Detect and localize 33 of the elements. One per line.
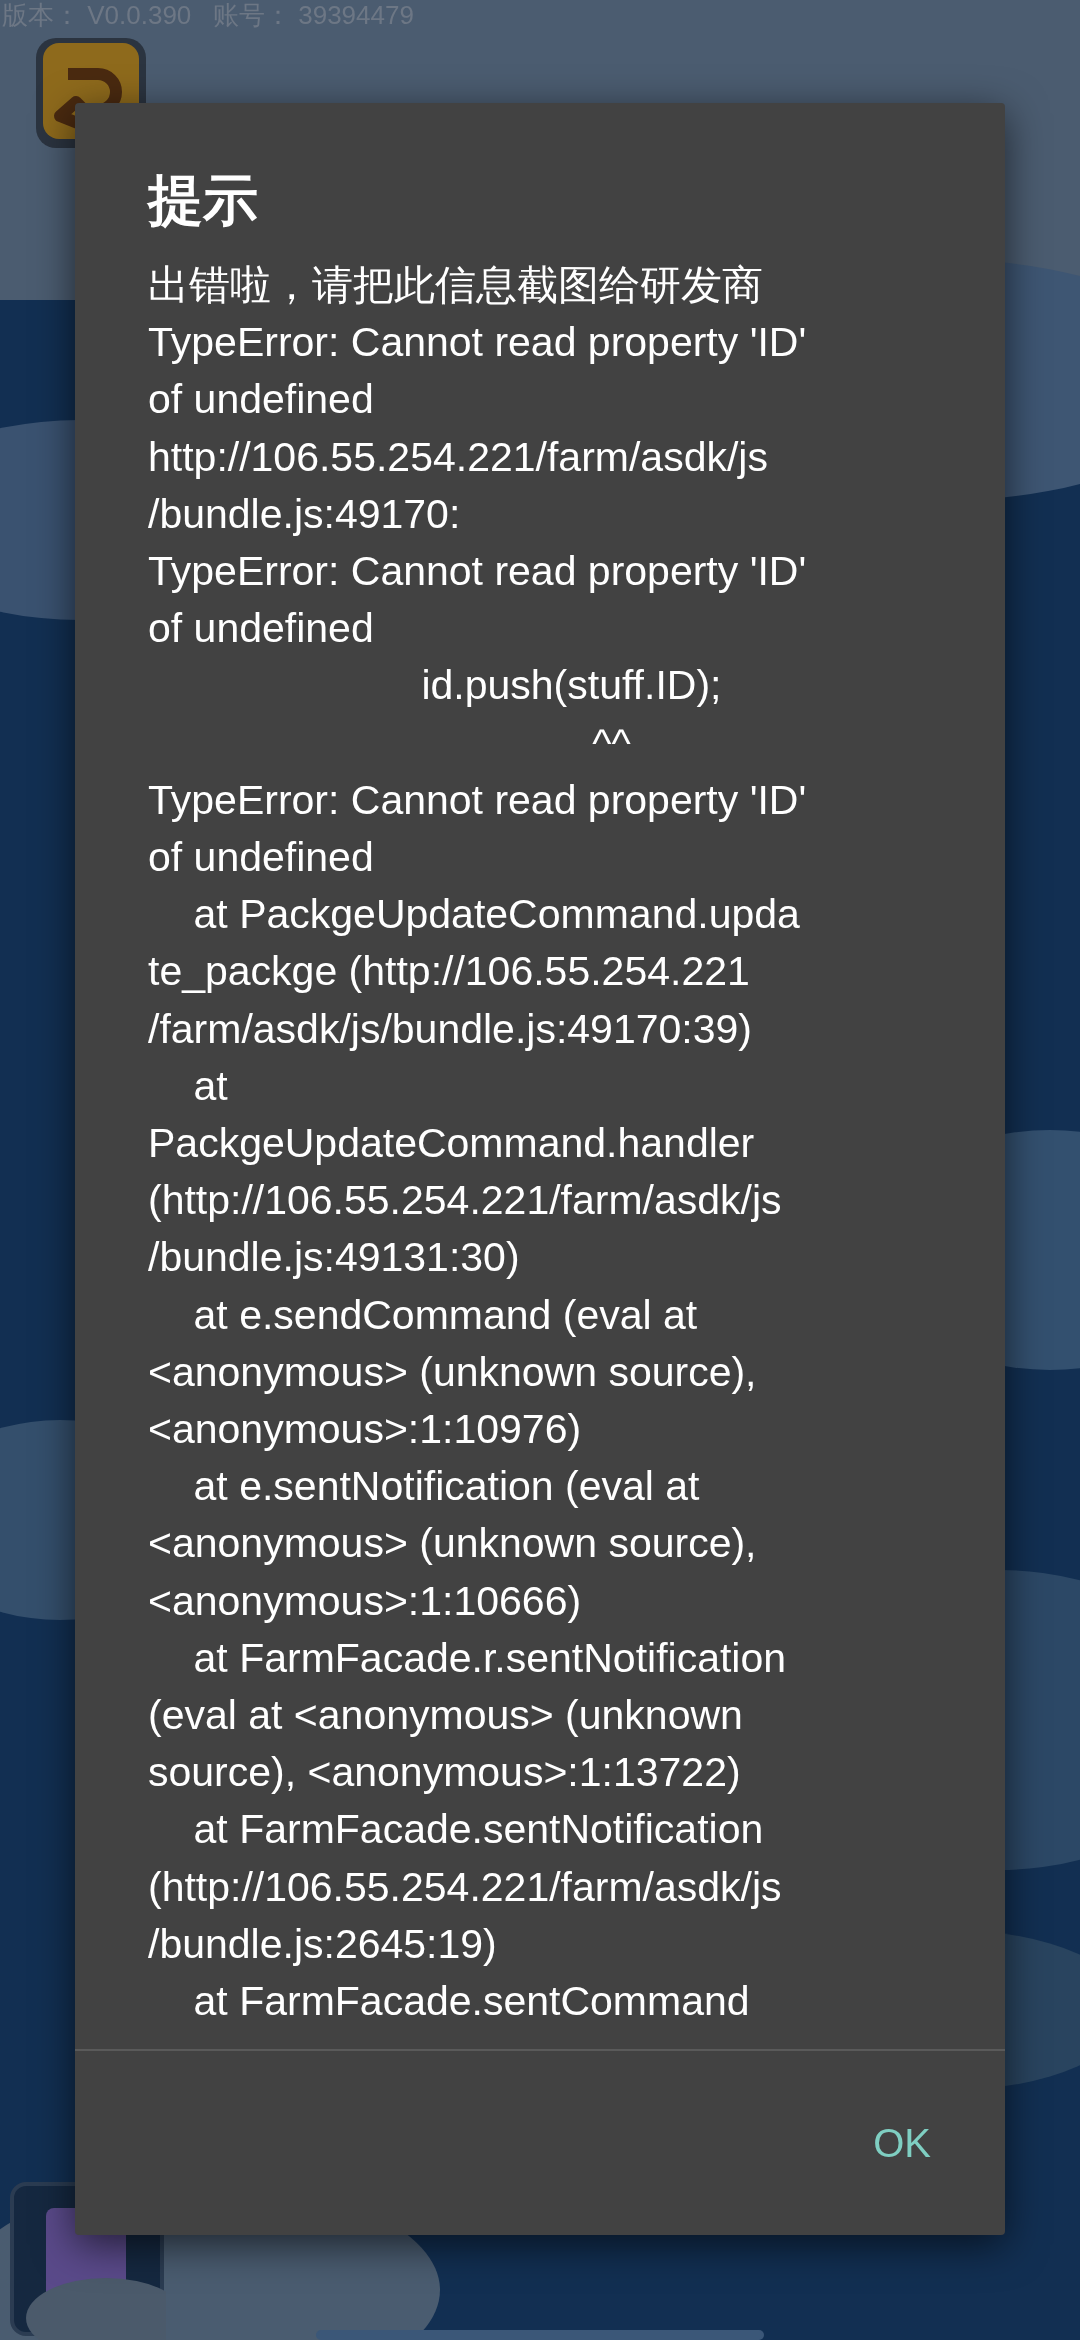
message-line: (eval at <anonymous> (unknown — [148, 1691, 743, 1741]
message-line: at FarmFacade.sentCommand — [192, 1977, 750, 2027]
message-line: TypeError: Cannot read property 'ID' — [148, 547, 807, 596]
message-line: te_packge (http://106.55.254.221 — [148, 947, 750, 997]
message-line: id.push(stuff.ID); — [420, 661, 722, 711]
message-line: source), <anonymous>:1:13722) — [148, 1748, 741, 1798]
message-line: at FarmFacade.sentNotification — [192, 1805, 764, 1855]
message-line: (http://106.55.254.221/farm/asdk/js — [148, 1862, 782, 1912]
message-line: TypeError: Cannot read property 'ID' — [148, 775, 807, 825]
message-line: of undefined — [148, 833, 374, 883]
message-line: <anonymous> (unknown source), — [148, 1347, 757, 1397]
message-line: <anonymous> (unknown source), — [148, 1519, 757, 1569]
message-line: PackgeUpdateCommand.handler — [148, 1119, 755, 1169]
message-line: 出错啦，请把此信息截图给研发商 — [148, 261, 763, 310]
message-line: (http://106.55.254.221/farm/asdk/js — [148, 1176, 782, 1226]
message-line: at PackgeUpdateCommand.upda — [192, 890, 800, 940]
message-line: /bundle.js:49131:30) — [148, 1233, 520, 1283]
message-line: ^^ — [591, 718, 631, 768]
ok-button[interactable]: OK — [849, 2103, 955, 2183]
message-line: <anonymous>:1:10976) — [148, 1405, 582, 1455]
message-line: /bundle.js:49170: — [148, 489, 461, 539]
message-line: at e.sentNotification (eval at — [192, 1462, 700, 1512]
message-line: of undefined — [148, 604, 374, 654]
message-line: http://106.55.254.221/farm/asdk/js — [148, 432, 768, 482]
message-line: TypeError: Cannot read property 'ID' — [148, 318, 807, 368]
message-line: /bundle.js:2645:19) — [148, 1919, 497, 1969]
message-line: <anonymous>:1:10666) — [148, 1576, 582, 1626]
message-line: at — [192, 1061, 228, 1111]
message-line: at FarmFacade.r.sentNotification — [192, 1633, 787, 1683]
dialog-title: 提示 — [146, 168, 259, 233]
message-line: /farm/asdk/js/bundle.js:49170:39) — [148, 1004, 752, 1054]
message-line: at e.sendCommand (eval at — [192, 1290, 698, 1340]
message-line: of undefined — [148, 375, 374, 425]
